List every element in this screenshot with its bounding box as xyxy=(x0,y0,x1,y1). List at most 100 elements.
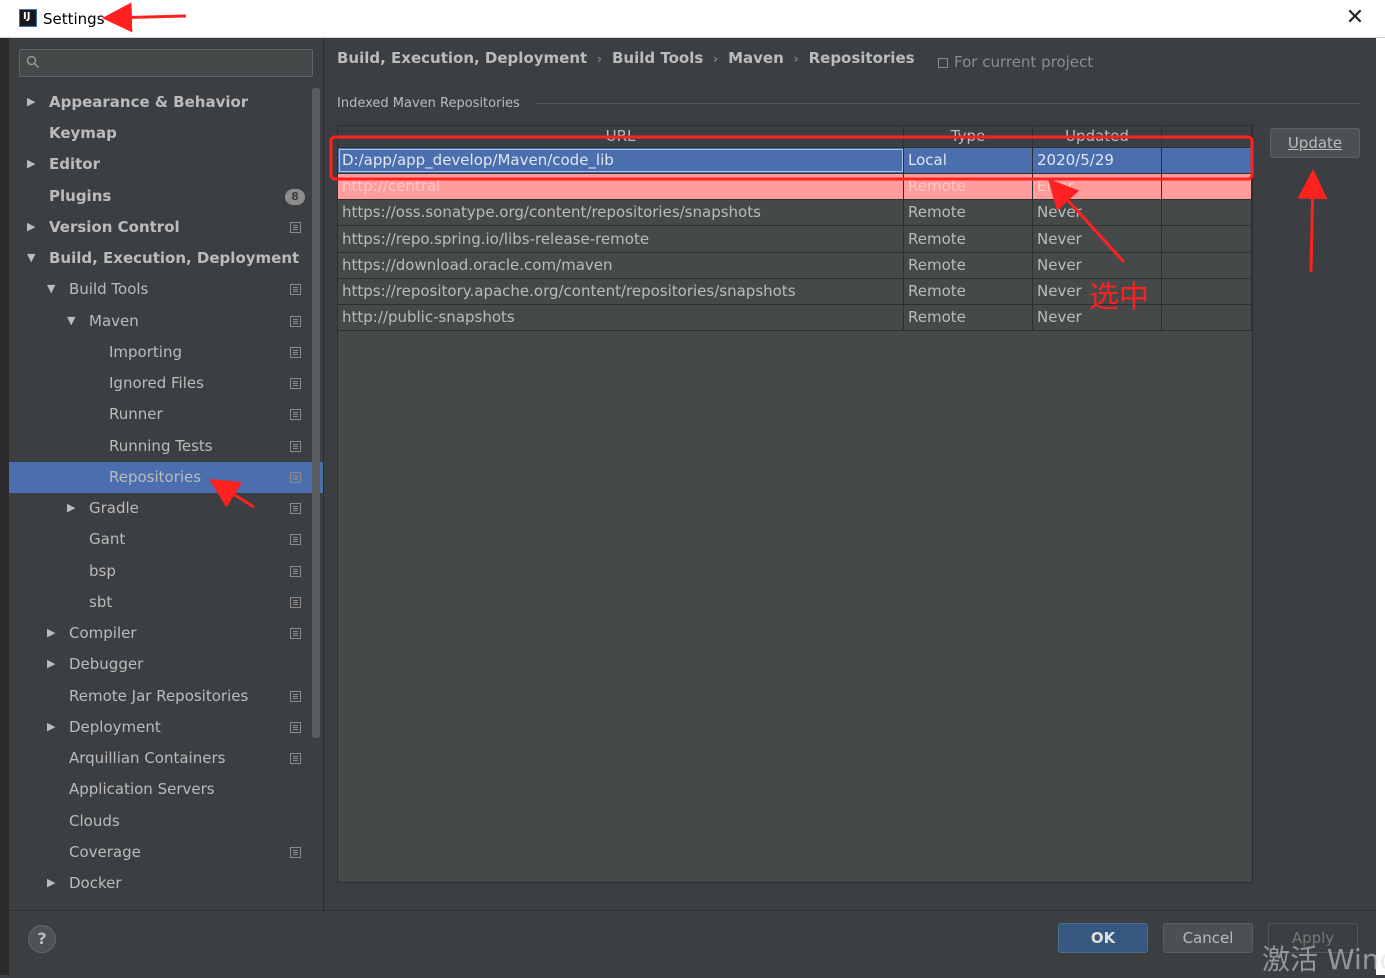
tree-item-label: Keymap xyxy=(49,124,117,142)
table-row[interactable]: https://repo.spring.io/libs-release-remo… xyxy=(338,227,1252,253)
tree-item-label: Build, Execution, Deployment xyxy=(49,249,300,267)
tree-item-sbt[interactable]: sbt xyxy=(9,587,323,618)
scope-indicator: For current project xyxy=(938,53,1093,71)
collapsed-arrow-icon[interactable]: ▶ xyxy=(27,96,37,108)
expanded-arrow-icon[interactable]: ▼ xyxy=(27,252,37,264)
repositories-table: URL Type Updated D:/app/app_develop/Mave… xyxy=(337,125,1253,883)
project-settings-icon xyxy=(290,284,301,295)
tree-item-deployment[interactable]: ▶ Deployment xyxy=(9,712,323,743)
tree-item-label: Ignored Files xyxy=(109,374,204,392)
tree-item-remote-jar-repositories[interactable]: Remote Jar Repositories xyxy=(9,681,323,712)
breadcrumb-item[interactable]: Build Tools xyxy=(612,49,703,67)
cell-url: https://repository.apache.org/content/re… xyxy=(342,282,796,300)
cell-type: Remote xyxy=(908,229,966,248)
column-header-url[interactable]: URL xyxy=(338,127,903,145)
tree-item-gradle[interactable]: ▶ Gradle xyxy=(9,493,323,524)
tree-item-label: Plugins xyxy=(49,187,112,205)
cancel-button[interactable]: Cancel xyxy=(1163,923,1253,953)
settings-search-input[interactable] xyxy=(19,49,313,77)
update-count-badge: 8 xyxy=(285,189,305,205)
tree-item-importing[interactable]: Importing xyxy=(9,337,323,368)
expanded-arrow-icon[interactable]: ▼ xyxy=(47,283,57,295)
cell-type: Remote xyxy=(908,203,966,222)
close-icon[interactable]: ✕ xyxy=(1340,4,1370,34)
column-divider xyxy=(1032,126,1033,331)
tree-item-label: Appearance & Behavior xyxy=(49,93,249,111)
tree-item-compiler[interactable]: ▶ Compiler xyxy=(9,618,323,649)
collapsed-arrow-icon[interactable]: ▶ xyxy=(67,502,77,514)
update-button[interactable]: Update xyxy=(1270,128,1360,158)
tree-item-keymap[interactable]: Keymap xyxy=(9,118,323,149)
collapsed-arrow-icon[interactable]: ▶ xyxy=(47,658,57,670)
tree-item-maven[interactable]: ▼ Maven xyxy=(9,306,323,337)
cell-type: Remote xyxy=(908,282,966,300)
scope-label: For current project xyxy=(954,53,1094,71)
expanded-arrow-icon[interactable]: ▼ xyxy=(67,315,77,327)
cell-type: Local xyxy=(908,151,947,169)
title-bar: Settings ✕ xyxy=(0,0,1385,38)
cell-type: Remote xyxy=(908,308,966,327)
tree-item-editor[interactable]: ▶ Editor xyxy=(9,149,323,180)
breadcrumb-item[interactable]: Build, Execution, Deployment xyxy=(337,49,587,67)
ok-button[interactable]: OK xyxy=(1058,923,1148,953)
cell-updated: Never xyxy=(1037,282,1082,300)
project-settings-icon xyxy=(290,222,301,233)
tree-item-build-tools[interactable]: ▼ Build Tools xyxy=(9,274,323,305)
project-settings-icon xyxy=(290,691,301,702)
table-row[interactable]: https://oss.sonatype.org/content/reposit… xyxy=(338,200,1252,227)
cell-updated: Never xyxy=(1037,255,1082,274)
project-scope-icon xyxy=(938,57,948,68)
tree-item-running-tests[interactable]: Running Tests xyxy=(9,431,323,462)
tree-item-gant[interactable]: Gant xyxy=(9,524,323,555)
collapsed-arrow-icon[interactable]: ▶ xyxy=(47,721,57,733)
column-header-type[interactable]: Type xyxy=(904,127,1032,145)
cell-updated: Never xyxy=(1037,203,1082,222)
tree-item-debugger[interactable]: ▶ Debugger xyxy=(9,649,323,680)
tree-item-appearance-behavior[interactable]: ▶ Appearance & Behavior xyxy=(9,87,323,118)
collapsed-arrow-icon[interactable]: ▶ xyxy=(47,627,57,639)
annotation-label: 选中 xyxy=(1089,280,1149,315)
help-icon[interactable]: ? xyxy=(28,925,56,953)
cell-url: https://repo.spring.io/libs-release-remo… xyxy=(342,229,650,248)
cell-url: D:/app/app_develop/Maven/code_lib xyxy=(342,151,614,169)
tree-item-ignored-files[interactable]: Ignored Files xyxy=(9,368,323,399)
cell-url: https://oss.sonatype.org/content/reposit… xyxy=(342,203,761,222)
tree-item-docker[interactable]: ▶ Docker xyxy=(9,868,323,899)
background-window-strip xyxy=(1376,38,1385,975)
project-settings-icon xyxy=(290,472,301,483)
tree-item-label: bsp xyxy=(89,562,116,580)
column-header-updated[interactable]: Updated xyxy=(1033,127,1161,145)
tree-item-label: Maven xyxy=(89,312,139,330)
tree-item-repositories[interactable]: Repositories xyxy=(9,462,323,493)
tree-item-clouds[interactable]: Clouds xyxy=(9,806,323,837)
collapsed-arrow-icon[interactable]: ▶ xyxy=(27,158,37,170)
tree-item-plugins[interactable]: Plugins 8 xyxy=(9,181,323,212)
tree-item-label: Coverage xyxy=(69,843,141,861)
tree-item-coverage[interactable]: Coverage xyxy=(9,837,323,868)
tree-item-label: Remote Jar Repositories xyxy=(69,687,249,705)
tree-item-runner[interactable]: Runner xyxy=(9,399,323,430)
tree-item-version-control[interactable]: ▶ Version Control xyxy=(9,212,323,243)
table-row[interactable]: D:/app/app_develop/Maven/code_lib Local 20… xyxy=(338,148,1252,174)
project-settings-icon xyxy=(290,316,301,327)
tree-item-label: Gradle xyxy=(89,499,139,517)
tree-item-label: Importing xyxy=(109,343,182,361)
project-settings-icon xyxy=(290,503,301,514)
breadcrumb-item[interactable]: Maven xyxy=(728,49,784,67)
tree-item-build-execution-deployment[interactable]: ▼ Build, Execution, Deployment xyxy=(9,243,323,274)
sidebar-scrollbar[interactable] xyxy=(312,88,320,738)
collapsed-arrow-icon[interactable]: ▶ xyxy=(27,221,37,233)
cell-url: https://download.oracle.com/maven xyxy=(342,255,613,274)
tree-item-label: Arquillian Containers xyxy=(69,749,226,767)
project-settings-icon xyxy=(290,534,301,545)
breadcrumb-item: Repositories xyxy=(808,49,915,67)
tree-item-bsp[interactable]: bsp xyxy=(9,556,323,587)
breadcrumb-separator-icon: › xyxy=(597,52,602,66)
cell-updated: 2020/5/29 xyxy=(1037,151,1114,169)
collapsed-arrow-icon[interactable]: ▶ xyxy=(47,877,57,889)
update-button-label: Update xyxy=(1287,134,1343,152)
tree-item-application-servers[interactable]: Application Servers xyxy=(9,774,323,805)
table-row[interactable]: http://central Remote Error xyxy=(338,174,1252,201)
tree-item-arquillian-containers[interactable]: Arquillian Containers xyxy=(9,743,323,774)
tree-item-label: Gant xyxy=(89,530,126,548)
